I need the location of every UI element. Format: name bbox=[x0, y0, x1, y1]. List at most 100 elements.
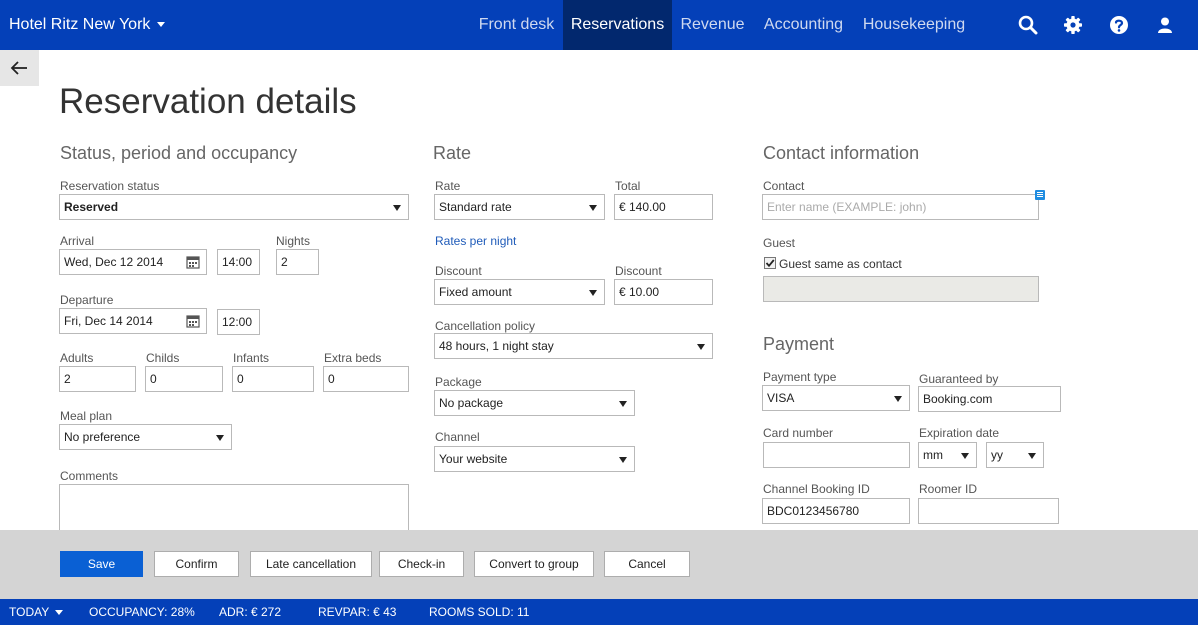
channel-label: Channel bbox=[435, 430, 480, 444]
meal-plan-value: No preference bbox=[64, 430, 141, 444]
discount-type-label: Discount bbox=[435, 264, 482, 278]
cancellation-select[interactable]: 48 hours, 1 night stay bbox=[434, 333, 713, 359]
nights-field[interactable]: 2 bbox=[276, 249, 319, 275]
nav-accounting[interactable]: Accounting bbox=[753, 0, 854, 50]
channel-booking-label: Channel Booking ID bbox=[763, 482, 870, 496]
dropdown-arrow-icon bbox=[589, 290, 597, 296]
action-bar: Save Confirm Late cancellation Check-in … bbox=[0, 530, 1198, 599]
extra-beds-label: Extra beds bbox=[324, 351, 382, 365]
dropdown-arrow-icon bbox=[619, 401, 627, 407]
calendar-icon[interactable] bbox=[186, 314, 200, 328]
page-title: Reservation details bbox=[59, 82, 357, 121]
exp-year-value: yy bbox=[991, 448, 1003, 462]
status-bar: TODAY OCCUPANCY: 28% ADR: € 272 REVPAR: … bbox=[0, 599, 1198, 625]
arrival-label: Arrival bbox=[60, 234, 95, 248]
discount-field[interactable]: € 10.00 bbox=[614, 279, 713, 305]
cancellation-value: 48 hours, 1 night stay bbox=[439, 339, 554, 353]
revpar-stat: REVPAR: € 43 bbox=[318, 605, 397, 619]
help-icon[interactable] bbox=[1109, 15, 1129, 35]
channel-select[interactable]: Your website bbox=[434, 446, 635, 472]
arrival-date-field[interactable]: Wed, Dec 12 2014 bbox=[59, 249, 207, 275]
dropdown-arrow-icon bbox=[619, 457, 627, 463]
guest-same-checkbox[interactable] bbox=[764, 257, 776, 269]
exp-month-select[interactable]: mm bbox=[918, 442, 977, 468]
expiration-label: Expiration date bbox=[919, 426, 1000, 440]
arrow-left-icon bbox=[10, 61, 27, 75]
rate-select[interactable]: Standard rate bbox=[434, 194, 605, 220]
dropdown-arrow-icon bbox=[1028, 453, 1036, 459]
payment-type-value: VISA bbox=[767, 391, 795, 405]
departure-time-field[interactable]: 12:00 bbox=[217, 309, 260, 335]
package-value: No package bbox=[439, 396, 504, 410]
adults-field[interactable]: 2 bbox=[59, 366, 136, 392]
arrival-time-field[interactable]: 14:00 bbox=[217, 249, 260, 275]
payment-section-heading: Payment bbox=[763, 334, 835, 354]
departure-date-field[interactable]: Fri, Dec 14 2014 bbox=[59, 308, 207, 334]
extra-beds-field[interactable]: 0 bbox=[323, 366, 409, 392]
cancel-button[interactable]: Cancel bbox=[604, 551, 690, 577]
channel-value: Your website bbox=[439, 452, 508, 466]
nav-front-desk[interactable]: Front desk bbox=[470, 0, 563, 50]
checkmark-icon bbox=[765, 259, 775, 268]
user-icon[interactable] bbox=[1155, 15, 1175, 35]
childs-field[interactable]: 0 bbox=[145, 366, 223, 392]
childs-label: Childs bbox=[146, 351, 180, 365]
reservation-status-select[interactable]: Reserved bbox=[59, 194, 409, 220]
contact-section-heading: Contact information bbox=[763, 143, 920, 163]
departure-date-value: Fri, Dec 14 2014 bbox=[64, 314, 153, 328]
convert-to-group-button[interactable]: Convert to group bbox=[474, 551, 594, 577]
nav-housekeeping[interactable]: Housekeeping bbox=[854, 0, 974, 50]
total-field[interactable]: € 140.00 bbox=[614, 194, 713, 220]
contact-input[interactable]: Enter name (EXAMPLE: john) bbox=[762, 194, 1039, 220]
adr-stat: ADR: € 272 bbox=[219, 605, 282, 619]
discount-type-select[interactable]: Fixed amount bbox=[434, 279, 605, 305]
discount-label: Discount bbox=[615, 264, 662, 278]
rates-per-night-link[interactable]: Rates per night bbox=[435, 234, 516, 248]
comments-textarea[interactable] bbox=[59, 484, 409, 530]
guest-same-label: Guest same as contact bbox=[779, 257, 902, 271]
confirm-button[interactable]: Confirm bbox=[154, 551, 239, 577]
search-icon[interactable] bbox=[1018, 15, 1038, 35]
exp-year-select[interactable]: yy bbox=[986, 442, 1044, 468]
today-selector[interactable]: TODAY bbox=[9, 599, 64, 625]
total-label: Total bbox=[615, 179, 641, 193]
contact-label: Contact bbox=[763, 179, 805, 193]
dropdown-arrow-icon bbox=[393, 205, 401, 211]
meal-plan-label: Meal plan bbox=[60, 409, 113, 423]
reservation-status-value: Reserved bbox=[64, 200, 119, 214]
nav-reservations[interactable]: Reservations bbox=[563, 0, 672, 50]
check-in-button[interactable]: Check-in bbox=[379, 551, 464, 577]
arrival-date-value: Wed, Dec 12 2014 bbox=[64, 255, 164, 269]
meal-plan-select[interactable]: No preference bbox=[59, 424, 232, 450]
calendar-icon[interactable] bbox=[186, 255, 200, 269]
back-button[interactable] bbox=[0, 50, 39, 86]
guaranteed-field[interactable]: Booking.com bbox=[918, 386, 1061, 412]
save-button[interactable]: Save bbox=[60, 551, 143, 577]
card-number-field[interactable] bbox=[763, 442, 910, 468]
payment-type-label: Payment type bbox=[763, 370, 837, 384]
late-cancellation-button[interactable]: Late cancellation bbox=[250, 551, 372, 577]
infants-field[interactable]: 0 bbox=[232, 366, 314, 392]
roomer-id-field[interactable] bbox=[918, 498, 1059, 524]
nav-revenue[interactable]: Revenue bbox=[672, 0, 753, 50]
dropdown-arrow-icon bbox=[894, 396, 902, 402]
hotel-name: Hotel Ritz New York bbox=[9, 16, 151, 33]
dropdown-arrow-icon bbox=[697, 344, 705, 350]
infants-label: Infants bbox=[233, 351, 270, 365]
package-select[interactable]: No package bbox=[434, 390, 635, 416]
adults-label: Adults bbox=[60, 351, 94, 365]
hotel-selector[interactable]: Hotel Ritz New York bbox=[9, 0, 166, 50]
notes-icon[interactable] bbox=[1035, 190, 1045, 200]
chevron-down-icon bbox=[157, 22, 166, 28]
guest-label: Guest bbox=[763, 236, 796, 250]
guaranteed-label: Guaranteed by bbox=[919, 372, 999, 386]
dropdown-arrow-icon bbox=[589, 205, 597, 211]
payment-type-select[interactable]: VISA bbox=[762, 385, 910, 411]
departure-label: Departure bbox=[60, 293, 114, 307]
exp-month-value: mm bbox=[923, 448, 943, 462]
channel-booking-field[interactable]: BDC0123456780 bbox=[762, 498, 910, 524]
rooms-sold-stat: ROOMS SOLD: 11 bbox=[429, 605, 530, 619]
discount-type-value: Fixed amount bbox=[439, 285, 512, 299]
cancellation-label: Cancellation policy bbox=[435, 319, 536, 333]
gear-icon[interactable] bbox=[1063, 15, 1083, 35]
